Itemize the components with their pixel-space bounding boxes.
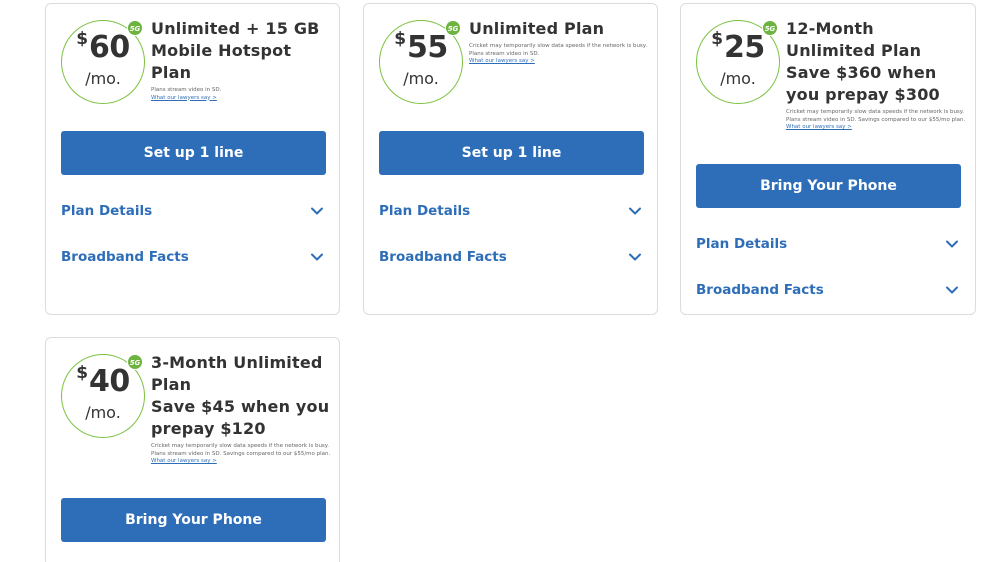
price-currency: $ xyxy=(76,29,89,49)
price-period: /mo. xyxy=(403,69,439,88)
price-period: /mo. xyxy=(85,403,121,422)
price-amount: 55 xyxy=(407,30,448,65)
chevron-down-icon xyxy=(629,253,641,261)
lawyers-link[interactable]: What our lawyers say > xyxy=(786,124,968,131)
accordion-label: Broadband Facts xyxy=(61,249,189,265)
plan-disclaimer: Cricket may temporarily slow data speeds… xyxy=(786,109,966,123)
plan-savings: Save $45 when you prepay $120 xyxy=(151,397,330,438)
chevron-down-icon xyxy=(946,240,958,248)
broadband-facts-toggle[interactable]: Broadband Facts xyxy=(61,246,326,268)
chevron-down-icon xyxy=(629,207,641,215)
chevron-down-icon xyxy=(311,253,323,261)
plan-title: Unlimited + 15 GB Mobile Hotspot Plan xyxy=(151,19,320,82)
accordion-label: Broadband Facts xyxy=(379,249,507,265)
bring-your-phone-button[interactable]: Bring Your Phone xyxy=(696,164,961,208)
plan-details-toggle[interactable]: Plan Details xyxy=(61,200,326,222)
lawyers-link[interactable]: What our lawyers say > xyxy=(151,458,333,465)
lawyers-link[interactable]: What our lawyers say > xyxy=(469,58,651,65)
plan-disclaimer: Cricket may temporarily slow data speeds… xyxy=(151,443,331,457)
accordion-label: Plan Details xyxy=(696,236,788,252)
plan-info: 12-Month Unlimited Plan Save $360 when y… xyxy=(786,18,968,131)
price-currency: $ xyxy=(394,29,407,49)
plan-title: Unlimited Plan xyxy=(469,19,605,38)
price-currency: $ xyxy=(711,29,724,49)
price-period: /mo. xyxy=(720,69,756,88)
plan-details-toggle[interactable]: Plan Details xyxy=(696,233,961,255)
accordion-label: Broadband Facts xyxy=(696,282,824,298)
plan-info: 3-Month Unlimited Plan Save $45 when you… xyxy=(151,352,333,465)
plan-card: $55 /mo. 5G Unlimited Plan Cricket may t… xyxy=(363,3,658,315)
setup-line-button[interactable]: Set up 1 line xyxy=(379,131,644,175)
setup-line-button[interactable]: Set up 1 line xyxy=(61,131,326,175)
broadband-facts-toggle[interactable]: Broadband Facts xyxy=(696,279,961,301)
broadband-facts-toggle[interactable]: Broadband Facts xyxy=(379,246,644,268)
plan-disclaimer: Cricket may temporarily slow data speeds… xyxy=(469,43,648,57)
plan-title: 12-Month Unlimited Plan xyxy=(786,19,922,60)
5g-badge-icon: 5G xyxy=(445,20,461,36)
plan-card: $25 /mo. 5G 12-Month Unlimited Plan Save… xyxy=(680,3,976,315)
price-amount: 40 xyxy=(89,364,130,399)
plan-info: Unlimited + 15 GB Mobile Hotspot Plan Pl… xyxy=(151,18,333,102)
chevron-down-icon xyxy=(946,286,958,294)
price-period: /mo. xyxy=(85,69,121,88)
lawyers-link[interactable]: What our lawyers say > xyxy=(151,95,333,102)
chevron-down-icon xyxy=(311,207,323,215)
plan-title: 3-Month Unlimited Plan xyxy=(151,353,323,394)
plan-card: $60 /mo. 5G Unlimited + 15 GB Mobile Hot… xyxy=(45,3,340,315)
accordion-label: Plan Details xyxy=(61,203,153,219)
accordion-label: Plan Details xyxy=(379,203,471,219)
plan-info: Unlimited Plan Cricket may temporarily s… xyxy=(469,18,651,65)
5g-badge-icon: 5G xyxy=(762,20,778,36)
plan-card: $40 /mo. 5G 3-Month Unlimited Plan Save … xyxy=(45,337,340,562)
plan-disclaimer: Plans stream video in SD. xyxy=(151,87,222,93)
price-amount: 25 xyxy=(724,30,765,65)
5g-badge-icon: 5G xyxy=(127,20,143,36)
price-amount: 60 xyxy=(89,30,130,65)
bring-your-phone-button[interactable]: Bring Your Phone xyxy=(61,498,326,542)
plan-details-toggle[interactable]: Plan Details xyxy=(379,200,644,222)
price-currency: $ xyxy=(76,363,89,383)
5g-badge-icon: 5G xyxy=(127,354,143,370)
plan-savings: Save $360 when you prepay $300 xyxy=(786,63,940,104)
